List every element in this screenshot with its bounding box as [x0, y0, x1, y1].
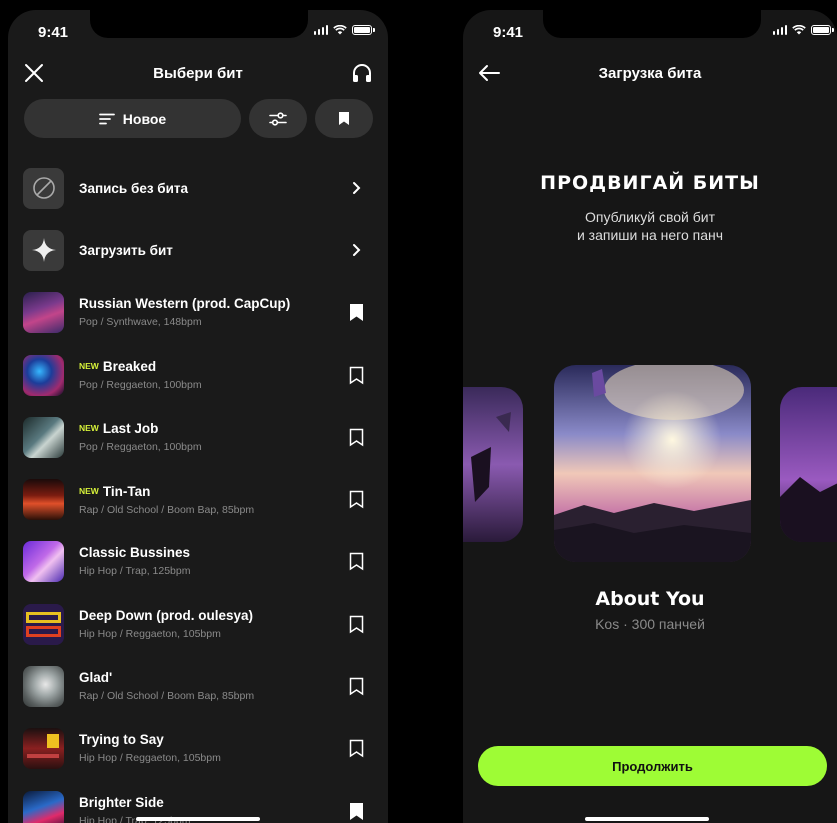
top-bar: Выбери бит	[8, 58, 388, 88]
bookmark-icon	[339, 112, 349, 125]
beat-title: Deep Down (prod. oulesya)	[79, 607, 254, 623]
beat-cover	[23, 728, 64, 770]
bookmark-outline-icon[interactable]	[346, 738, 366, 760]
beat-cover	[23, 603, 64, 645]
beat-row[interactable]: Classic Bussines Hip Hop / Trap, 125bpm	[23, 531, 374, 593]
wifi-icon	[333, 25, 347, 35]
beat-cover	[23, 354, 64, 396]
beat-title: Brighter Side	[79, 794, 164, 810]
battery-icon	[811, 25, 834, 35]
beat-cover-main[interactable]	[554, 365, 751, 562]
record-without-beat-row[interactable]: Запись без бита	[23, 157, 374, 219]
beat-cover	[23, 416, 64, 458]
top-bar: Загрузка бита	[463, 58, 837, 88]
new-badge: NEW	[79, 361, 99, 372]
beat-title: Last Job	[102, 421, 159, 437]
saved-filter-button[interactable]	[315, 99, 373, 138]
beat-meta: Rap / Old School / Boom Bap, 85bpm	[79, 503, 255, 516]
beat-row[interactable]: Glad' Rap / Old School / Boom Bap, 85bpm	[23, 655, 374, 717]
arrow-left-icon[interactable]	[477, 61, 501, 85]
beat-cover	[23, 292, 64, 334]
beat-cover	[23, 790, 64, 823]
sort-label: Новое	[122, 110, 167, 127]
status-time: 9:41	[493, 24, 524, 41]
beat-cover	[23, 541, 64, 583]
beat-row[interactable]: NEW Last Job Pop / Reggaeton, 100bpm	[23, 406, 374, 468]
beat-row[interactable]: NEW Breaked Pop / Reggaeton, 100bpm	[23, 344, 374, 406]
prev-cover[interactable]	[463, 387, 523, 542]
promo-line-1: Опубликуй свой бит	[584, 209, 716, 225]
beat-meta: Pop / Synthwave, 148bpm	[79, 316, 202, 329]
bookmark-outline-icon[interactable]	[346, 489, 366, 511]
beat-row[interactable]: NEW Tin-Tan Rap / Old School / Boom Bap, …	[23, 468, 374, 530]
cellular-signal-icon	[313, 25, 328, 35]
page-title: Выбери бит	[153, 64, 243, 82]
upload-beat-screen: 9:41 Загрузка бита ПРОДВИГАЙ БИТЫ Опубли…	[463, 10, 837, 823]
sparkle-icon	[23, 229, 64, 271]
status-time: 9:41	[38, 24, 69, 41]
beat-list: Запись без бита Загрузить бит Russian We…	[23, 157, 374, 823]
list-item-label: Загрузить бит	[79, 242, 173, 258]
beat-cover	[23, 666, 64, 708]
list-item-label: Запись без бита	[79, 180, 189, 196]
filter-button[interactable]	[249, 99, 307, 138]
game-over-art-icon	[23, 603, 64, 645]
beat-title: Russian Western (prod. CapCup)	[79, 296, 291, 312]
beat-row[interactable]: Russian Western (prod. CapCup) Pop / Syn…	[23, 282, 374, 344]
close-icon[interactable]	[22, 61, 46, 85]
next-cover[interactable]	[780, 387, 837, 542]
upload-beat-row[interactable]: Загрузить бит	[23, 219, 374, 281]
sort-icon	[98, 113, 115, 124]
cellular-signal-icon	[772, 25, 787, 35]
continue-button[interactable]: Продолжить	[478, 746, 827, 786]
beat-title: Trying to Say	[79, 732, 164, 748]
promo-title: ПРОДВИГАЙ БИТЫ	[540, 172, 760, 194]
bookmark-outline-icon[interactable]	[346, 426, 366, 448]
beat-title: Classic Bussines	[79, 545, 191, 561]
promo-line-2: и запиши на него панч	[576, 227, 724, 243]
beat-meta: Hip Hop / Reggaeton, 105bpm	[79, 627, 221, 640]
home-indicator	[585, 817, 709, 821]
sort-button[interactable]: Новое	[24, 99, 241, 138]
new-badge: NEW	[79, 485, 99, 496]
bookmark-outline-icon[interactable]	[346, 364, 366, 386]
beat-cover	[23, 479, 64, 521]
beat-author-meta: Kos · 300 панчей	[595, 616, 705, 632]
wifi-icon	[792, 25, 806, 35]
beat-title: Tin-Tan	[102, 483, 151, 499]
beat-meta: Hip Hop / Reggaeton, 105bpm	[79, 752, 221, 765]
delay-art-icon	[27, 734, 59, 759]
home-indicator	[136, 817, 260, 821]
beat-meta: Rap / Old School / Boom Bap, 85bpm	[79, 690, 255, 703]
new-badge: NEW	[79, 423, 99, 434]
beat-title: Breaked	[102, 359, 157, 375]
battery-icon	[352, 25, 375, 35]
chevron-right-icon	[346, 239, 366, 261]
beat-meta: Pop / Reggaeton, 100bpm	[79, 441, 202, 454]
bookmark-filled-icon[interactable]	[346, 302, 366, 324]
bookmark-filled-icon[interactable]	[346, 800, 366, 822]
beat-title: Glad'	[79, 670, 113, 686]
chevron-right-icon	[346, 177, 366, 199]
beat-name: About You	[595, 588, 705, 610]
notch	[543, 10, 761, 38]
bookmark-outline-icon[interactable]	[346, 676, 366, 698]
beat-meta: Hip Hop / Trap, 125bpm	[79, 565, 191, 578]
filter-bar: Новое	[24, 99, 374, 138]
bookmark-outline-icon[interactable]	[346, 551, 366, 573]
status-icons	[313, 25, 375, 35]
notch	[90, 10, 308, 38]
bookmark-outline-icon[interactable]	[346, 613, 366, 635]
headphones-icon[interactable]	[350, 61, 374, 85]
promo-subtitle: Опубликуй свой бит и запиши на него панч	[463, 208, 837, 244]
no-beat-icon	[23, 167, 64, 209]
page-title: Загрузка бита	[598, 64, 702, 82]
sliders-icon	[269, 111, 287, 126]
beat-picker-screen: 9:41 Выбери бит Новое Запись без бита За…	[8, 10, 388, 823]
status-icons	[772, 25, 834, 35]
beat-row[interactable]: Trying to Say Hip Hop / Reggaeton, 105bp…	[23, 718, 374, 780]
beat-row[interactable]: Deep Down (prod. oulesya) Hip Hop / Regg…	[23, 593, 374, 655]
beat-meta: Pop / Reggaeton, 100bpm	[79, 379, 202, 392]
